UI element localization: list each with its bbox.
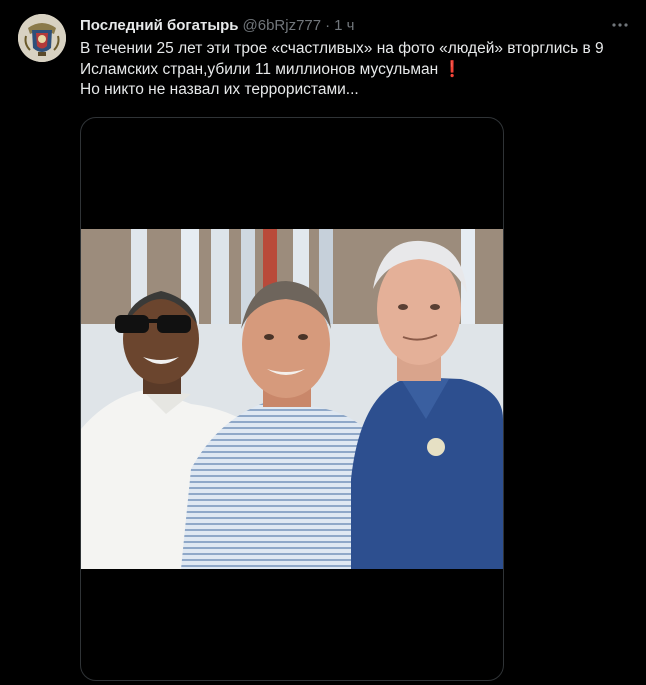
tweet-text-line2: Но никто не назвал их террористами... xyxy=(80,81,359,98)
more-options-button[interactable] xyxy=(606,14,634,36)
coat-of-arms-icon xyxy=(18,14,66,62)
separator-dot: · xyxy=(325,16,331,34)
tweet-text-body: В течении 25 лет эти трое «счастливых» н… xyxy=(80,40,604,78)
more-horizontal-icon xyxy=(612,23,628,27)
author-handle[interactable]: @6bRjz777 xyxy=(243,17,322,34)
exclamation-emoji-icon: ❗ xyxy=(442,60,462,78)
photo-three-men[interactable] xyxy=(81,229,503,569)
author-name[interactable]: Последний богатырь xyxy=(80,17,239,34)
timestamp[interactable]: 1 ч xyxy=(334,17,354,34)
avatar[interactable] xyxy=(18,14,66,62)
tweet-header: Последний богатырь @6bRjz777 · 1 ч xyxy=(80,14,606,36)
photo-image xyxy=(81,229,503,569)
tweet-text-line1: В течении 25 лет эти трое «счастливых» н… xyxy=(80,39,640,80)
tweet-card[interactable]: Последний богатырь @6bRjz777 · 1 ч В теч… xyxy=(0,0,646,685)
tweet-media[interactable] xyxy=(80,117,504,681)
tweet-text: В течении 25 лет эти трое «счастливых» н… xyxy=(80,39,640,101)
